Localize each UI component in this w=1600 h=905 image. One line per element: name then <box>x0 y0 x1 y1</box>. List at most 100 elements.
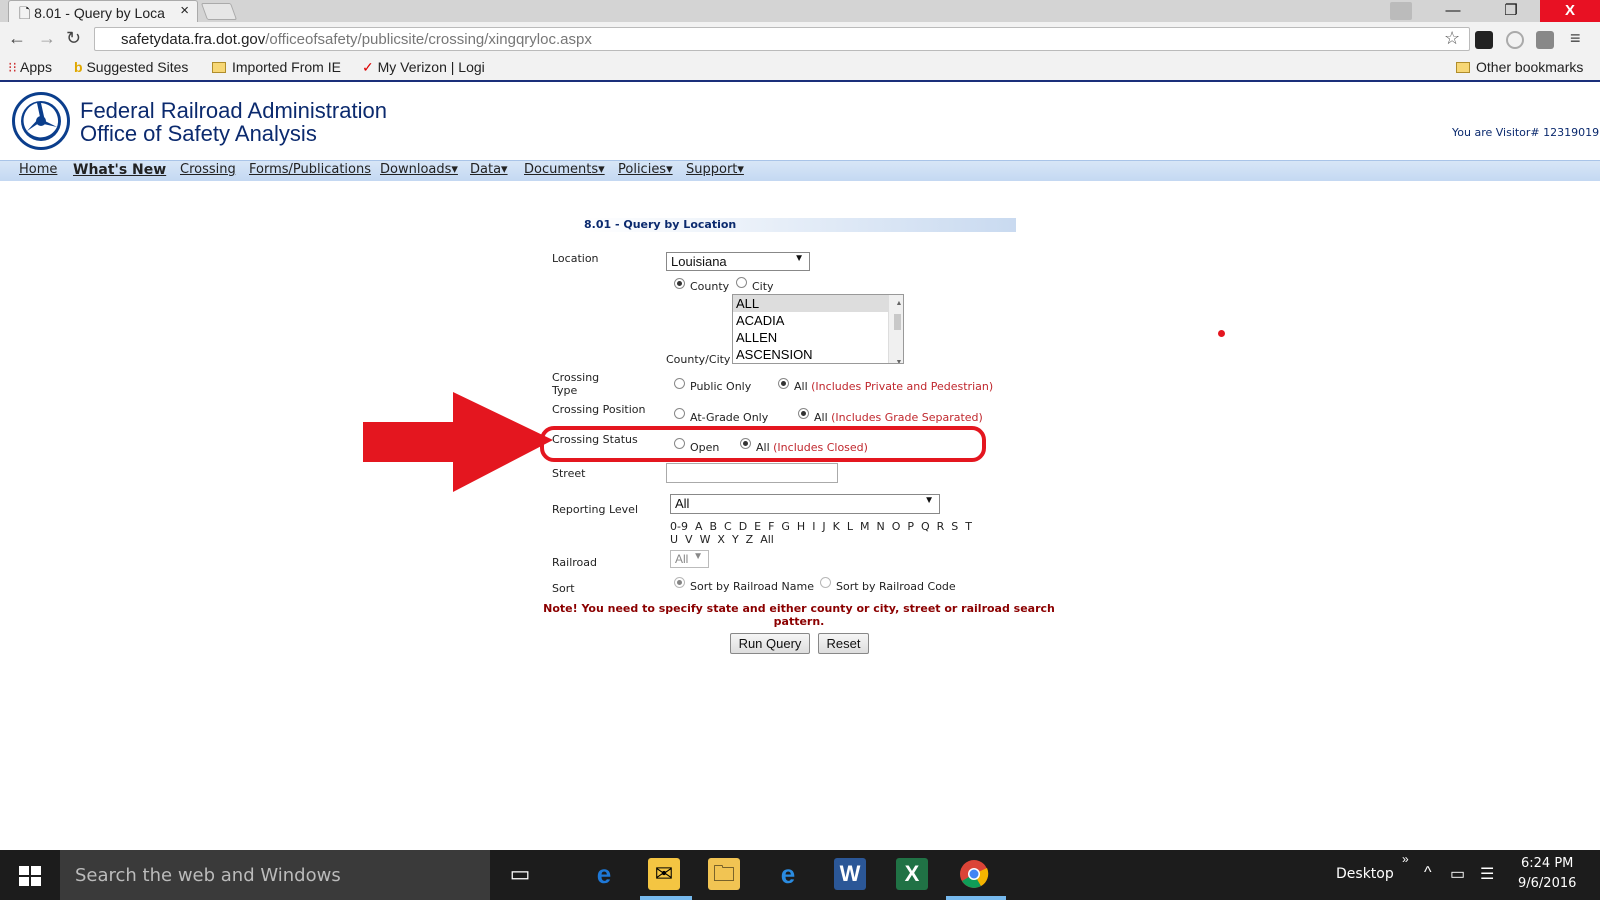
sort-code-radio[interactable] <box>820 577 831 588</box>
bookmark-apps[interactable]: ⁝⁝ Apps <box>8 59 52 76</box>
run-query-button[interactable]: Run Query <box>730 633 810 654</box>
menu-crossing[interactable]: Crossing <box>180 162 236 177</box>
word-icon[interactable]: W <box>834 858 866 890</box>
validation-note: Note! You need to specify state and eith… <box>540 602 1058 628</box>
railroad-select[interactable]: All ▼ <box>670 550 709 568</box>
bookmark-label: Apps <box>20 59 52 75</box>
action-center-icon[interactable]: ☰ <box>1480 864 1494 884</box>
at-grade-only-radio[interactable] <box>674 408 685 419</box>
taskbar-search-input[interactable]: Search the web and Windows <box>60 850 490 900</box>
county-radio[interactable] <box>674 278 685 289</box>
county-listbox[interactable]: ALL ACADIA ALLEN ASCENSION ▲ ▼ <box>732 294 904 364</box>
street-input[interactable] <box>666 463 838 483</box>
dropdown-arrow-icon: ▼ <box>924 495 934 506</box>
chrome-icon[interactable] <box>958 858 990 890</box>
clock-date: 9/6/2016 <box>1518 876 1577 891</box>
menu-icon[interactable]: ≡ <box>1570 28 1581 49</box>
outlook-icon[interactable]: ✉ <box>648 858 680 890</box>
city-radio[interactable] <box>736 277 747 288</box>
menu-policies[interactable]: Policies▾ <box>618 162 673 177</box>
tray-chevron-icon[interactable]: ^ <box>1424 864 1432 882</box>
menu-support[interactable]: Support▾ <box>686 162 744 177</box>
bookmark-suggested-sites[interactable]: b Suggested Sites <box>74 59 188 75</box>
menu-whats-new[interactable]: What's New <box>73 162 166 178</box>
list-item[interactable]: ASCENSION <box>733 346 903 363</box>
tab-bar <box>0 0 1600 22</box>
railroad-label: Railroad <box>552 556 597 569</box>
network-icon[interactable]: ▭ <box>1450 864 1465 884</box>
star-icon[interactable]: ☆ <box>1444 28 1460 49</box>
back-arrow-icon[interactable]: ← <box>8 28 26 49</box>
listbox-scrollbar[interactable]: ▲ ▼ <box>888 295 903 363</box>
bing-icon: b <box>74 59 87 75</box>
all-text: All <box>794 380 808 393</box>
task-view-icon[interactable]: ▭ <box>504 858 536 890</box>
internet-explorer-icon[interactable]: e <box>772 858 804 890</box>
county-label: County <box>690 280 730 293</box>
alpha-filter-line2[interactable]: U V W X Y Z All <box>670 533 774 546</box>
user-icon[interactable] <box>1390 2 1412 20</box>
menu-documents[interactable]: Documents▾ <box>524 162 605 177</box>
menu-data[interactable]: Data▾ <box>470 162 508 177</box>
alpha-filter-line1[interactable]: 0-9 A B C D E F G H I J K L M N O P Q R … <box>670 520 972 533</box>
bookmark-my-verizon[interactable]: ✓ My Verizon | Logi <box>362 59 485 76</box>
window-restore-button[interactable]: ❐ <box>1482 0 1540 22</box>
reporting-level-select[interactable]: All ▼ <box>670 494 940 514</box>
highlight-oval-annotation <box>540 426 986 462</box>
sort-name-label: Sort by Railroad Name <box>690 580 814 593</box>
desktop-toolbar-label[interactable]: Desktop <box>1336 866 1394 882</box>
crossing-type-label-line1: Crossing <box>552 371 600 384</box>
county-city-label: County/City <box>666 353 731 366</box>
public-only-label: Public Only <box>690 380 752 393</box>
sort-name-radio[interactable] <box>674 577 685 588</box>
new-tab-button[interactable] <box>200 3 238 20</box>
type-all-radio[interactable] <box>778 378 789 389</box>
list-item[interactable]: ACADIA <box>733 312 903 329</box>
file-explorer-icon[interactable]: 🗀 <box>708 858 740 890</box>
menu-home[interactable]: Home <box>19 162 57 177</box>
dropdown-arrow-icon: ▼ <box>693 551 703 562</box>
crossing-type-label: Crossing Type <box>552 371 599 397</box>
menu-forms-publications[interactable]: Forms/Publications <box>249 162 371 177</box>
scroll-up-icon[interactable]: ▲ <box>892 295 903 312</box>
chrome-logo-icon <box>960 860 989 888</box>
list-item[interactable]: ALLEN <box>733 329 903 346</box>
query-title: 8.01 - Query by Location <box>582 218 1016 232</box>
scroll-thumb[interactable] <box>894 314 901 330</box>
windows-logo-icon <box>19 866 41 886</box>
toolbar-expand-icon[interactable]: » <box>1402 852 1409 866</box>
reset-button[interactable]: Reset <box>818 633 869 654</box>
extension-icon-2[interactable] <box>1506 31 1524 49</box>
crossing-type-label-line2: Type <box>552 384 578 397</box>
url-input[interactable]: safetydata.fra.dot.gov/officeofsafety/pu… <box>94 27 1470 51</box>
bookmark-imported-from-ie[interactable]: Imported From IE <box>212 59 341 75</box>
start-button[interactable] <box>0 850 60 900</box>
public-only-radio[interactable] <box>674 378 685 389</box>
site-title: Federal Railroad Administration Office o… <box>80 99 387 145</box>
browser-tab-active[interactable]: 🗋 8.01 - Query by Loca × <box>8 0 198 22</box>
excel-icon[interactable]: X <box>896 858 928 890</box>
menu-downloads[interactable]: Downloads▾ <box>380 162 458 177</box>
bookmark-other[interactable]: Other bookmarks <box>1456 59 1583 75</box>
location-value: Louisiana <box>671 254 727 269</box>
edge-icon[interactable]: e <box>588 858 620 890</box>
dropdown-arrow-icon: ▼ <box>794 253 804 264</box>
system-clock[interactable]: 6:24 PM 9/6/2016 <box>1518 854 1576 894</box>
list-item[interactable]: ALL <box>733 295 903 312</box>
railroad-value: All <box>675 552 689 566</box>
window-minimize-button[interactable]: — <box>1424 0 1482 22</box>
window-close-button[interactable]: X <box>1540 0 1600 22</box>
extension-icon-3[interactable] <box>1536 31 1554 49</box>
location-select[interactable]: Louisiana ▼ <box>666 252 810 271</box>
reload-icon[interactable]: ↻ <box>66 28 81 49</box>
outlook-active-indicator <box>640 896 692 900</box>
sort-label: Sort <box>552 582 575 595</box>
reporting-level-label: Reporting Level <box>552 503 639 516</box>
extension-icon[interactable] <box>1475 31 1493 49</box>
reporting-level-value: All <box>675 496 690 511</box>
position-all-radio[interactable] <box>798 408 809 419</box>
tab-close-icon[interactable]: × <box>180 2 189 19</box>
forward-arrow-icon[interactable]: → <box>38 28 56 49</box>
scroll-down-icon[interactable]: ▼ <box>892 354 903 363</box>
dot-logo-icon[interactable] <box>12 92 70 150</box>
